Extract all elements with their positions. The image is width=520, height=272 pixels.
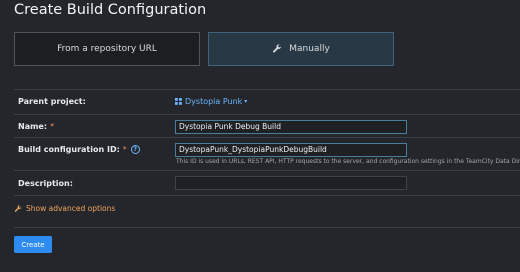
parent-project-selector[interactable]: Dystopia Punk ▾ — [175, 97, 247, 106]
show-advanced-options-label: Show advanced options — [26, 204, 116, 213]
tab-manually-label: Manually — [289, 44, 330, 54]
divider — [14, 137, 520, 138]
parent-project-label: Parent project: — [18, 97, 86, 106]
page-title: Create Build Configuration — [14, 2, 207, 18]
help-icon[interactable]: ? — [130, 145, 140, 154]
grid-icon — [175, 98, 182, 105]
create-build-configuration-page: Create Build Configuration From a reposi… — [0, 0, 520, 272]
required-marker: * — [122, 145, 127, 154]
divider — [14, 89, 520, 90]
wrench-icon — [14, 204, 22, 213]
parent-project-value: Dystopia Punk — [185, 97, 243, 106]
name-input[interactable]: Dystopia Punk Debug Build — [175, 120, 407, 134]
create-button[interactable]: Create — [14, 236, 52, 253]
build-config-id-input[interactable]: DystopaPunk_DystopiaPunkDebugBuild — [175, 143, 407, 157]
divider — [14, 227, 520, 228]
tab-manually[interactable]: Manually — [208, 32, 394, 66]
chevron-down-icon: ▾ — [244, 98, 248, 105]
tab-from-repository-url-label: From a repository URL — [57, 44, 157, 54]
divider — [14, 114, 520, 115]
name-label: Name: * — [18, 122, 54, 131]
tab-from-repository-url[interactable]: From a repository URL — [14, 32, 200, 66]
build-config-id-label-text: Build configuration ID: — [18, 145, 120, 154]
required-marker: * — [50, 122, 55, 131]
divider — [14, 195, 520, 196]
description-input[interactable] — [175, 176, 407, 190]
show-advanced-options-link[interactable]: Show advanced options — [14, 204, 115, 213]
build-config-id-label: Build configuration ID: *? — [18, 145, 140, 154]
name-label-text: Name: — [18, 122, 48, 131]
divider — [14, 170, 520, 171]
wrench-icon — [272, 44, 282, 54]
description-label: Description: — [18, 179, 73, 188]
build-config-id-note: This ID is used in URLs, REST API, HTTP … — [176, 158, 520, 165]
